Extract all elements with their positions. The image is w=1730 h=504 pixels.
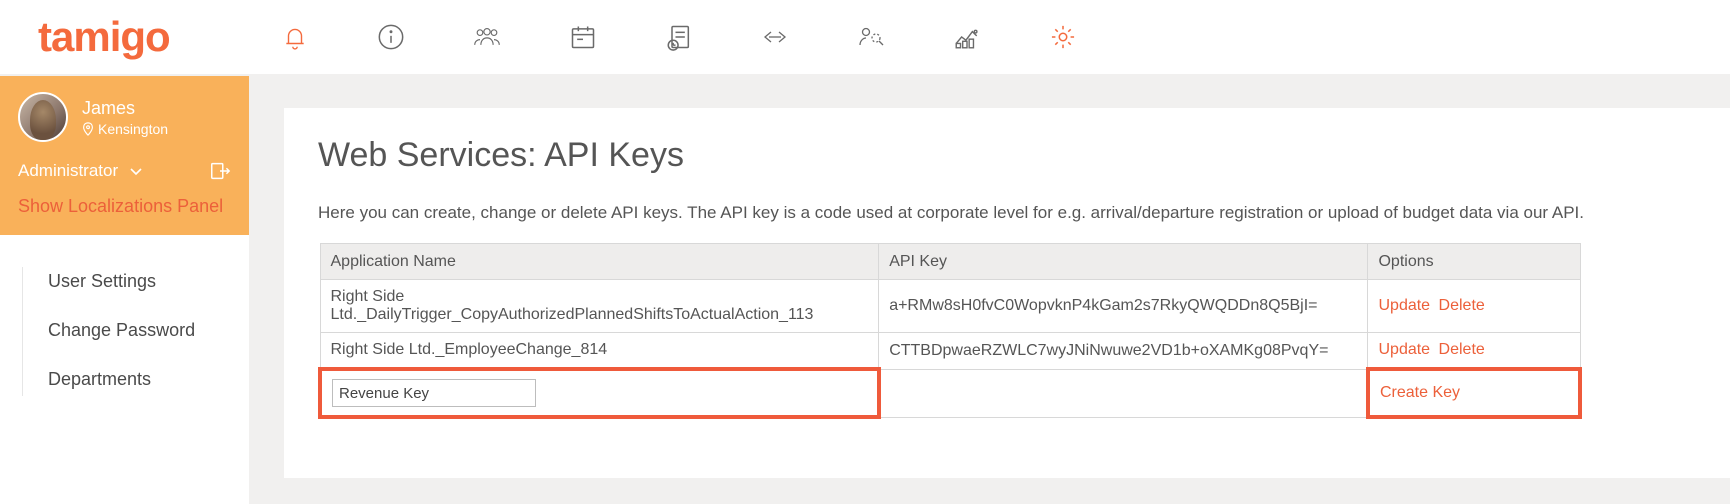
th-application-name: Application Name	[320, 244, 879, 280]
delete-link[interactable]: Delete	[1439, 297, 1485, 314]
profile-block[interactable]: James Kensington	[18, 92, 231, 142]
avatar	[18, 92, 68, 142]
cell-app-name: Right Side Ltd._EmployeeChange_814	[320, 333, 879, 370]
cell-app-name: Right Side Ltd._DailyTrigger_CopyAuthori…	[320, 280, 879, 333]
cell-new-key	[879, 369, 1368, 417]
sidebar: James Kensington Administrator Show Loca…	[0, 76, 250, 504]
top-nav: tamigo	[0, 0, 1730, 76]
page-intro: Here you can create, change or delete AP…	[318, 203, 1696, 223]
th-options: Options	[1368, 244, 1580, 280]
sidebar-item-change-password[interactable]: Change Password	[0, 306, 249, 355]
info-icon[interactable]	[376, 22, 406, 52]
person-search-icon[interactable]	[856, 22, 886, 52]
cell-create: Create Key	[1368, 369, 1580, 417]
people-icon[interactable]	[472, 22, 502, 52]
role-label: Administrator	[18, 161, 118, 181]
show-localizations-link[interactable]: Show Localizations Panel	[18, 196, 231, 217]
sidebar-item-user-settings[interactable]: User Settings	[0, 257, 249, 306]
cell-new-name	[320, 369, 879, 417]
page-title: Web Services: API Keys	[318, 136, 1696, 175]
th-api-key: API Key	[879, 244, 1368, 280]
gear-icon[interactable]	[1048, 22, 1078, 52]
analytics-icon[interactable]	[952, 22, 982, 52]
sidebar-header: James Kensington Administrator Show Loca…	[0, 76, 249, 235]
update-link[interactable]: Update	[1378, 297, 1430, 314]
profile-name: James	[82, 98, 168, 119]
cell-api-key: a+RMw8sH0fvC0WopvknP4kGam2s7RkyQWQDDn8Q5…	[879, 280, 1368, 333]
cell-options: Update Delete	[1368, 333, 1580, 370]
delete-link[interactable]: Delete	[1439, 341, 1485, 358]
update-link[interactable]: Update	[1378, 341, 1430, 358]
api-keys-table: Application Name API Key Options Right S…	[318, 243, 1582, 419]
cell-api-key: CTTBDpwaeRZWLC7wyJNiNwuwe2VD1b+oXAMKg08P…	[879, 333, 1368, 370]
table-row: Right Side Ltd._EmployeeChange_814 CTTBD…	[320, 333, 1580, 370]
logout-icon[interactable]	[209, 160, 231, 182]
role-switcher[interactable]: Administrator	[18, 160, 231, 182]
sidebar-item-departments[interactable]: Departments	[0, 355, 249, 404]
chevron-down-icon	[128, 163, 144, 179]
swap-arrows-icon[interactable]	[760, 22, 790, 52]
profile-location: Kensington	[82, 121, 168, 137]
bell-icon[interactable]	[280, 22, 310, 52]
sidebar-menu: User Settings Change Password Department…	[0, 235, 249, 426]
nav-icons	[280, 22, 1078, 52]
clipboard-clock-icon[interactable]	[664, 22, 694, 52]
table-row: Right Side Ltd._DailyTrigger_CopyAuthori…	[320, 280, 1580, 333]
application-name-input[interactable]	[332, 379, 536, 407]
table-row-new: Create Key	[320, 369, 1580, 417]
brand-logo[interactable]: tamigo	[38, 13, 170, 61]
content-panel: Web Services: API Keys Here you can crea…	[284, 108, 1730, 478]
main-area: Web Services: API Keys Here you can crea…	[250, 76, 1730, 504]
create-key-button[interactable]: Create Key	[1380, 384, 1460, 401]
cell-options: Update Delete	[1368, 280, 1580, 333]
calendar-icon[interactable]	[568, 22, 598, 52]
